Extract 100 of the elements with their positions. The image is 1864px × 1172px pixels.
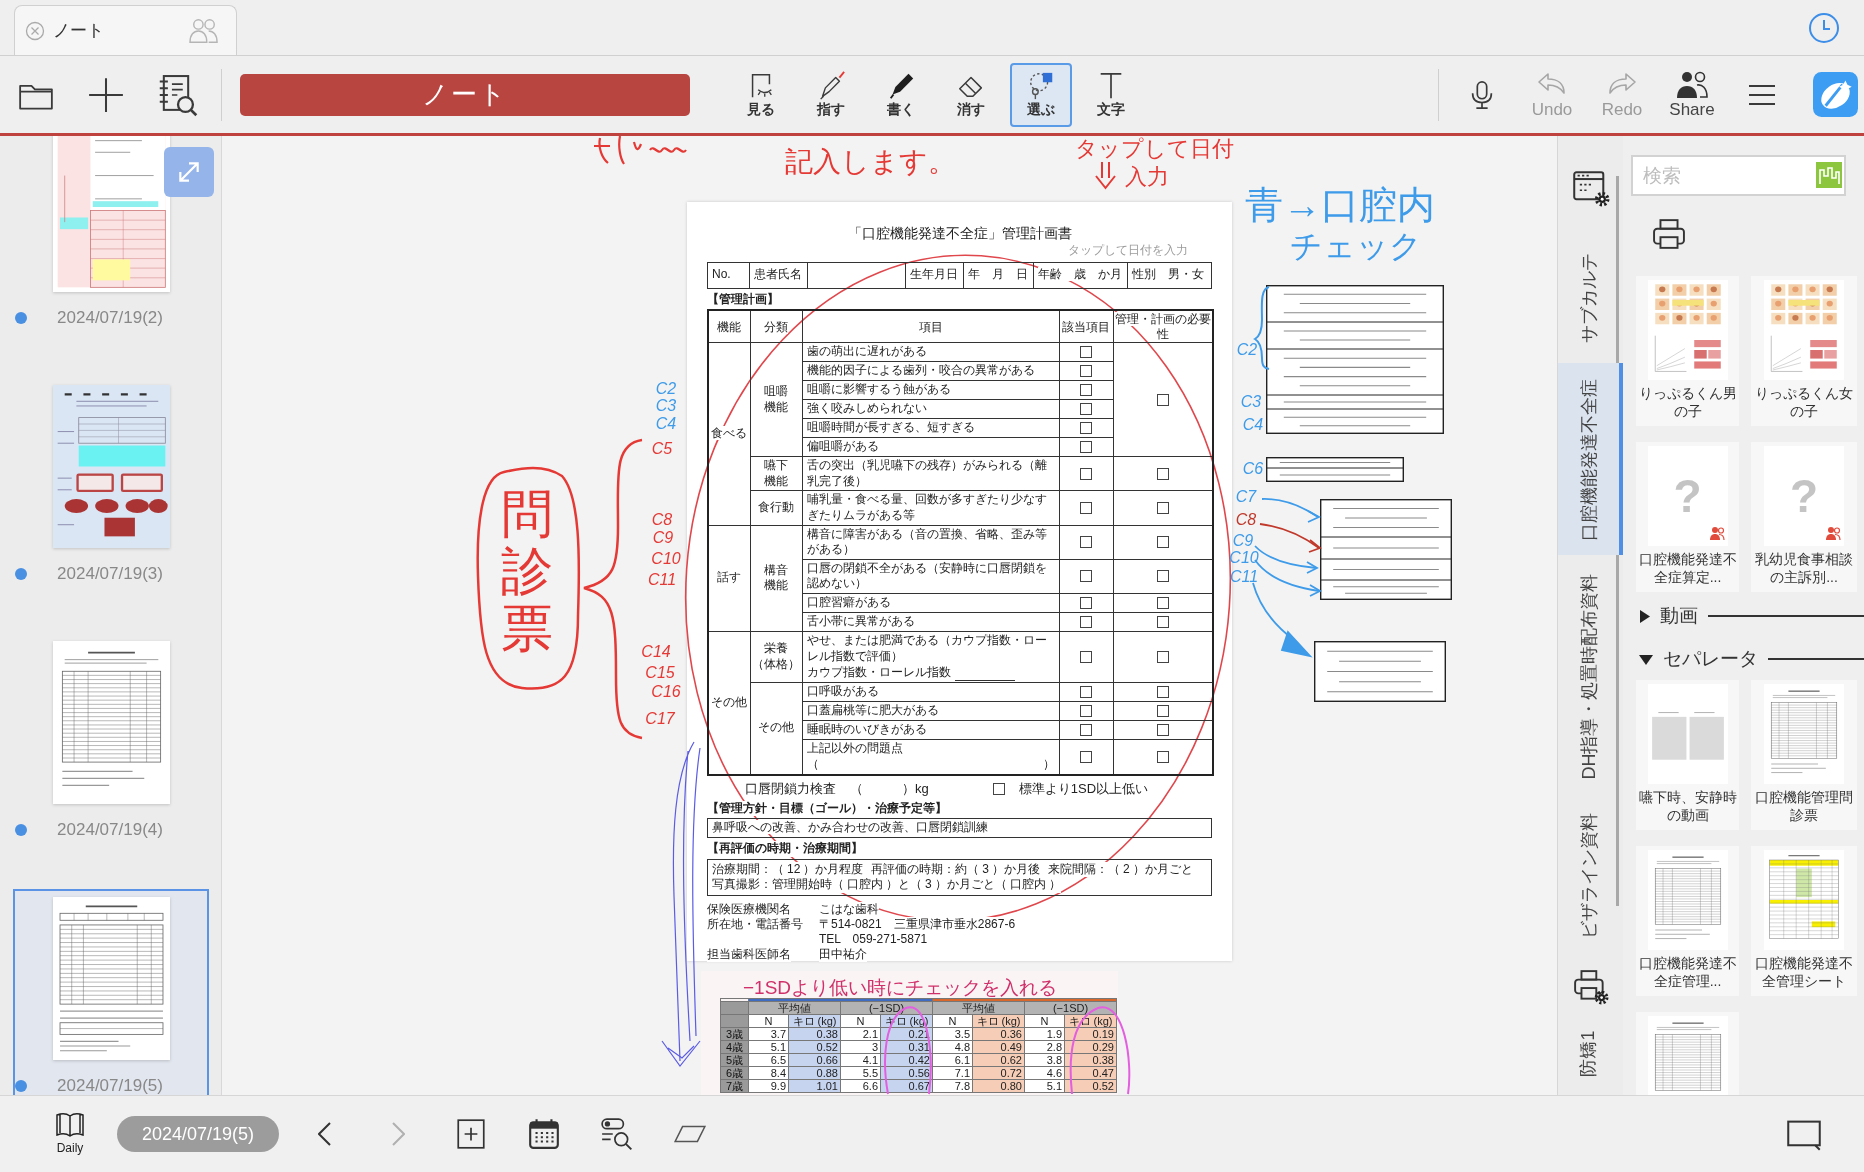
name-field[interactable] (807, 262, 906, 289)
checkbox[interactable] (992, 783, 1005, 796)
form-text: ）か月程度 (803, 861, 864, 878)
table-cell: 偏咀嚼がある (802, 437, 1059, 457)
printer-icon[interactable] (1650, 218, 1688, 250)
side-tab[interactable]: ビザライン資料 (1558, 797, 1623, 953)
daily-button[interactable]: Daily (50, 1110, 90, 1158)
clock-icon[interactable] (1808, 11, 1840, 44)
calendar-icon[interactable] (527, 1117, 561, 1151)
checkbox[interactable] (1080, 650, 1092, 663)
policy-text: 鼻呼吸への改善、かみ合わせの改善、口唇閉鎖訓練 (712, 820, 988, 835)
file-caption: りっぷるくん女の子 (1754, 384, 1854, 421)
add-page-icon[interactable] (454, 1117, 488, 1151)
app-logo-icon[interactable] (1812, 72, 1858, 117)
checkbox[interactable] (1156, 750, 1169, 763)
search-field[interactable]: 検索 (1631, 155, 1846, 196)
people-icon (1675, 69, 1709, 100)
ink-label: C11 (647, 572, 677, 588)
checkbox[interactable] (1080, 403, 1092, 416)
select-button[interactable]: 選ぶ (1010, 62, 1072, 127)
file-card[interactable]: 口腔機能管理問診票 (1751, 680, 1857, 830)
view-button[interactable]: 見る (730, 62, 792, 127)
section-title[interactable]: セパレータ (1663, 644, 1758, 674)
checkbox[interactable] (1156, 501, 1169, 514)
caret-down-icon[interactable] (1639, 653, 1653, 665)
checkbox[interactable] (1156, 685, 1169, 698)
checkbox[interactable] (1156, 723, 1169, 736)
page-date: 2024/07/19(5) (56, 1075, 164, 1095)
item-note: カウプ指数・ローレル指数 (806, 665, 951, 681)
book-icon (53, 1110, 87, 1140)
footer-label: 保険医療機関名 (707, 901, 791, 917)
caret-right-icon[interactable] (1639, 609, 1650, 623)
point-button[interactable]: 指す (800, 62, 862, 127)
checkbox[interactable] (1080, 467, 1092, 480)
checkbox[interactable] (1080, 441, 1092, 454)
checkbox[interactable] (1156, 393, 1169, 406)
side-tab[interactable]: サブカルテ (1558, 237, 1623, 357)
form-text: 来院間隔：（ (1048, 861, 1121, 878)
checkbox[interactable] (1156, 570, 1169, 583)
form-text: 写真撮影：管理開始時（ (712, 877, 844, 893)
checkbox[interactable] (1080, 365, 1092, 378)
ink-label: C4 (655, 416, 677, 432)
file-card[interactable]: ? 乳幼児食事相談の主訴別... (1751, 442, 1857, 592)
checkbox[interactable] (1080, 596, 1092, 609)
status-dot-icon (15, 824, 27, 836)
checkbox[interactable] (1080, 384, 1092, 397)
checkbox[interactable] (1080, 422, 1092, 435)
ink-label: C8 (1235, 512, 1257, 528)
status-dot-icon (15, 312, 27, 324)
table-cell: 機能的因子による歯列・咬合の異常がある (802, 361, 1059, 381)
form-text: ）か月後 (992, 861, 1041, 878)
file-caption: 口腔機能発達不全症管理... (1637, 954, 1738, 991)
checkbox[interactable] (1080, 346, 1092, 359)
checkbox[interactable] (1156, 704, 1169, 717)
checkbox[interactable] (1156, 467, 1169, 480)
side-tab[interactable]: DH指導・処置時配布資料 (1558, 561, 1623, 791)
form-text: ）か月ごと (1132, 861, 1193, 878)
calendar-gear-icon[interactable] (1571, 169, 1610, 207)
footer-value: 〒514-0821 三重県津市垂水2867-6 (819, 916, 1016, 932)
shared-person-icon (1707, 524, 1726, 542)
checkbox[interactable] (1080, 685, 1092, 698)
file-card[interactable]: ? 口腔機能発達不全症算定... (1636, 442, 1739, 592)
file-caption: りっぷるくん男の子 (1637, 384, 1738, 421)
file-card[interactable]: 嚥下時、安静時の動画 (1636, 680, 1739, 830)
table-cell: 舌の突出（乳児嚥下の残存）がみられる（離乳完了後） (802, 456, 1059, 491)
text-button[interactable]: 文字 (1080, 62, 1142, 127)
checkbox[interactable] (1080, 501, 1092, 514)
form-text: 標準より1SD以上低い (1018, 780, 1149, 798)
table-cell: No. (707, 262, 750, 289)
checkbox[interactable] (1080, 536, 1092, 549)
table-cell: 歯の萌出に遅れがある (802, 342, 1059, 362)
side-tab[interactable]: 防矯1 (1558, 1011, 1623, 1095)
file-card[interactable]: 口腔機能発達不全管理シート (1751, 846, 1857, 996)
table-cell: 年齢 歳 か月 (1033, 262, 1128, 289)
checkbox[interactable] (1156, 615, 1169, 628)
share-button[interactable]: Share (1661, 62, 1723, 127)
write-button[interactable]: 書く (870, 62, 932, 127)
plus-icon[interactable] (88, 76, 124, 113)
file-card[interactable]: 口腔機能発達不全症管理... (1636, 846, 1739, 996)
checkbox[interactable] (1080, 615, 1092, 628)
side-tab[interactable]: 口腔機能発達不全症 (1558, 363, 1623, 555)
search-pages-icon[interactable] (600, 1117, 634, 1151)
checkbox[interactable] (1156, 596, 1169, 609)
checkbox[interactable] (1156, 536, 1169, 549)
section-title[interactable]: 動画 (1660, 601, 1698, 631)
checkbox[interactable] (1080, 570, 1092, 583)
erase-button[interactable]: 消す (940, 62, 1002, 127)
checkbox[interactable] (1156, 650, 1169, 663)
form-text: ）か月ごと（ (934, 877, 1007, 893)
question-mark: ? (1673, 473, 1702, 519)
file-card[interactable]: りっぷるくん男の子 (1636, 276, 1739, 426)
file-card[interactable]: りっぷるくん女の子 (1751, 276, 1857, 426)
note-title-bar[interactable]: ノート (240, 73, 690, 116)
checkbox[interactable] (1080, 750, 1092, 763)
file-caption: 口腔機能管理問診票 (1754, 788, 1854, 825)
form-text: ）と（ (886, 877, 922, 893)
checkbox[interactable] (1080, 723, 1092, 736)
ink-text: 記入します。 (785, 148, 956, 176)
checkbox[interactable] (1080, 704, 1092, 717)
column-header: 項目 (802, 310, 1059, 343)
